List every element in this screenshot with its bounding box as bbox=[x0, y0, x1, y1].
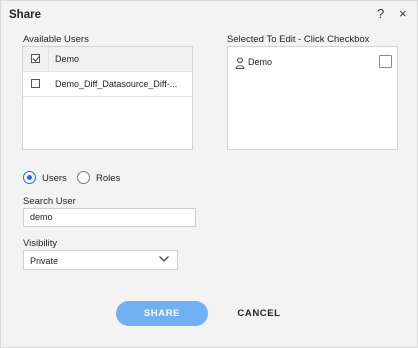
edit-checkbox[interactable] bbox=[379, 55, 392, 68]
available-users-list: Demo Demo_Diff_Datasource_Diff-... bbox=[22, 46, 193, 150]
close-icon[interactable]: × bbox=[399, 6, 407, 21]
user-name: Demo bbox=[55, 54, 80, 64]
dialog-titlebar: Share ? × bbox=[1, 1, 417, 29]
selected-to-edit-list: Demo bbox=[227, 46, 398, 150]
users-radio[interactable] bbox=[23, 171, 36, 184]
roles-radio-label[interactable]: Roles bbox=[96, 173, 120, 184]
search-user-input[interactable]: demo bbox=[23, 208, 196, 227]
help-icon[interactable]: ? bbox=[377, 6, 384, 21]
dialog-title: Share bbox=[9, 9, 41, 21]
checkbox-checked[interactable] bbox=[31, 54, 40, 63]
search-user-label: Search User bbox=[23, 196, 76, 207]
share-button[interactable]: SHARE bbox=[116, 301, 208, 326]
list-item[interactable]: Demo bbox=[23, 47, 192, 72]
checkbox-cell bbox=[23, 47, 49, 71]
user-icon bbox=[235, 57, 245, 69]
visibility-label: Visibility bbox=[23, 238, 58, 249]
roles-radio[interactable] bbox=[77, 171, 90, 184]
selected-user-name: Demo bbox=[248, 57, 273, 67]
selected-to-edit-label: Selected To Edit - Click Checkbox bbox=[227, 34, 370, 45]
checkbox-unchecked[interactable] bbox=[31, 79, 40, 88]
users-radio-label[interactable]: Users bbox=[42, 173, 67, 184]
cancel-button[interactable]: CANCEL bbox=[229, 301, 289, 326]
share-dialog: Share ? × Available Users Demo Demo_Diff… bbox=[0, 0, 418, 348]
visibility-select[interactable]: Private bbox=[23, 250, 178, 270]
available-users-label: Available Users bbox=[23, 34, 89, 45]
checkbox-cell bbox=[23, 72, 48, 96]
chevron-down-icon bbox=[159, 256, 169, 262]
list-item[interactable]: Demo_Diff_Datasource_Diff-... bbox=[23, 72, 192, 97]
user-name: Demo_Diff_Datasource_Diff-... bbox=[55, 79, 178, 89]
visibility-value: Private bbox=[30, 256, 59, 266]
